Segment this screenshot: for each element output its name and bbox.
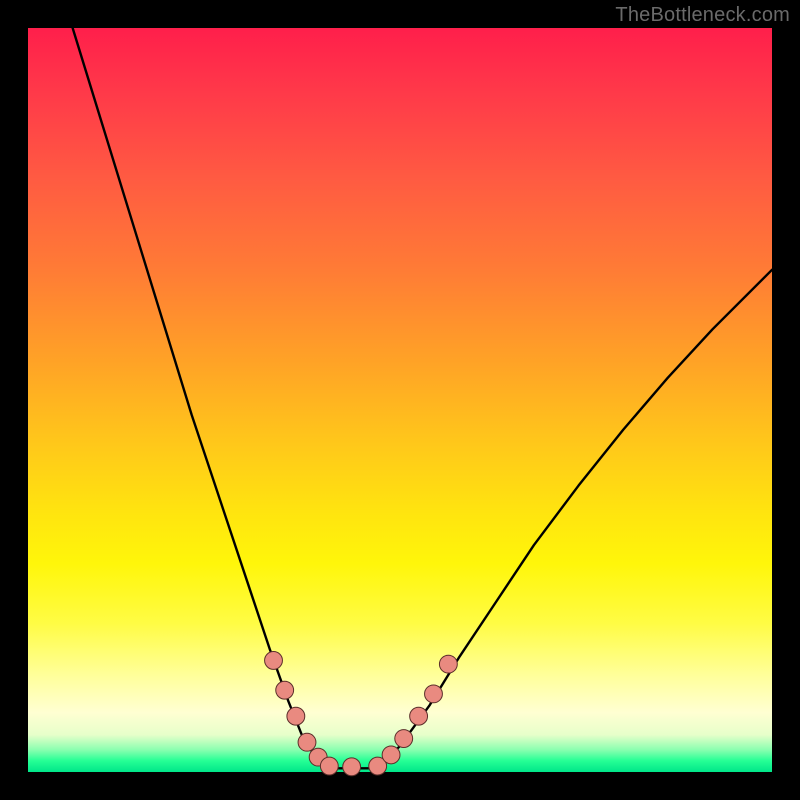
- valley-marker-11: [425, 685, 443, 703]
- valley-marker-12: [439, 655, 457, 673]
- valley-marker-3: [298, 733, 316, 751]
- valley-marker-10: [410, 707, 428, 725]
- line-layer: [73, 28, 772, 768]
- valley-marker-9: [395, 730, 413, 748]
- valley-marker-2: [287, 707, 305, 725]
- series-left-curve: [73, 28, 330, 768]
- watermark-text: TheBottleneck.com: [615, 4, 790, 27]
- plot-area: [28, 28, 772, 772]
- valley-marker-6: [343, 758, 361, 776]
- marker-layer: [265, 651, 458, 775]
- valley-marker-8: [382, 746, 400, 764]
- valley-marker-1: [276, 681, 294, 699]
- valley-marker-0: [265, 651, 283, 669]
- chart-svg: [28, 28, 772, 772]
- valley-marker-5: [320, 757, 338, 775]
- chart-stage: TheBottleneck.com: [0, 0, 800, 800]
